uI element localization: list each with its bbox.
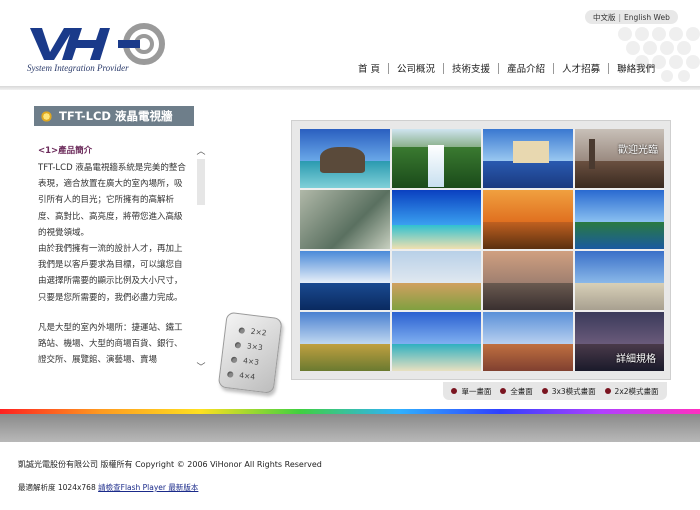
scroll-up-arrow-icon[interactable]: ︿: [196, 147, 206, 157]
video-wall-grid[interactable]: 歡迎光臨 詳細規格: [300, 129, 664, 371]
display-mode-bar: 單一畫面 全畫面 3x3模式畫面 2x2模式畫面: [443, 382, 667, 400]
bullet-icon: [451, 388, 458, 394]
header-divider: [0, 86, 700, 90]
remote-option-label: 2×2: [250, 326, 268, 338]
nav-company[interactable]: 公司概況: [389, 61, 443, 75]
intro-paragraph: 由於我們擁有一流的設計人才，再加上我們是以客戶要求為目標，可以讓您自由選擇所需要…: [38, 244, 183, 303]
intro-heading: <1>產品簡介: [38, 146, 93, 156]
wall-tile-lakeside-town: [574, 190, 664, 249]
wall-tile-savanna: [300, 312, 390, 371]
header: System Integration Provider 中文版 | Englis…: [0, 0, 700, 90]
mode-3x3[interactable]: 3x3模式畫面: [541, 386, 596, 397]
welcome-label: 歡迎光臨: [618, 145, 658, 156]
remote-button-icon: [230, 356, 238, 363]
main-nav: 首 頁 公司概況 技術支援 產品介紹 人才招募 聯絡我們: [350, 60, 663, 76]
copyright-text: 凱誠光電股份有限公司 版權所有 Copyright © 2006 ViHonor…: [18, 460, 322, 469]
scroll-thumb[interactable]: [197, 159, 205, 205]
language-switcher: 中文版 | English Web: [585, 10, 678, 24]
wall-tile-detail-night: 詳細規格: [574, 312, 664, 371]
logo-tagline: System Integration Provider: [27, 63, 129, 73]
nav-products[interactable]: 產品介紹: [499, 61, 553, 75]
lang-chinese-link[interactable]: 中文版: [593, 12, 616, 23]
resolution-text: 最適解析度 1024x768: [18, 483, 96, 492]
wall-tile-karst-river: [483, 251, 573, 310]
remote-option-label: 4×4: [238, 370, 256, 382]
wall-tile-welcome-city: 歡迎光臨: [574, 129, 664, 188]
footer: 凱誠光電股份有限公司 版權所有 Copyright © 2006 ViHonor…: [0, 442, 700, 510]
footer-band: [0, 414, 700, 442]
layout-remote-control: 2×2 3×3 4×3 4×4: [217, 311, 286, 397]
mode-label: 全畫面: [510, 386, 533, 396]
remote-button-icon: [234, 341, 242, 349]
wall-tile-aerial-terrain: [300, 190, 390, 249]
intro-paragraph: 凡是大型的室內外場所：捷運站、鐵工路站、機場、大型的商場百貨、銀行、證交所、展覽…: [38, 322, 183, 366]
remote-button-icon: [238, 326, 246, 334]
remote-body: [217, 311, 283, 394]
section-title: TFT-LCD 液晶電視牆: [59, 109, 173, 123]
page: System Integration Provider 中文版 | Englis…: [0, 0, 700, 510]
mode-single-screen[interactable]: 單一畫面: [451, 386, 491, 397]
mode-2x2[interactable]: 2x2模式畫面: [604, 386, 659, 397]
nav-support[interactable]: 技術支援: [444, 61, 498, 75]
detail-spec-link[interactable]: 詳細規格: [616, 350, 656, 365]
wall-tile-castle-lake: [483, 129, 573, 188]
bullet-icon: [500, 388, 507, 394]
bullet-icon: [541, 388, 548, 394]
intro-paragraph: TFT-LCD 液晶電視牆系統是完美的整合表現，適合放置在廣大的室內場所，吸引所…: [38, 163, 186, 238]
bullet-icon: [604, 388, 611, 394]
video-wall-frame: 歡迎光臨 詳細規格: [291, 120, 671, 380]
intro-scrollbar[interactable]: ︿ ﹀: [196, 147, 206, 373]
wall-tile-orange-sunset: [483, 190, 573, 249]
remote-option-label: 3×3: [246, 341, 264, 353]
wall-tile-rocky-beach: [300, 129, 390, 188]
wall-tile-old-town: [483, 312, 573, 371]
mode-label: 3x3模式畫面: [551, 386, 596, 396]
wall-tile-blue-beach: [391, 190, 481, 249]
flash-player-link[interactable]: 請檢查Flash Player 最新版本: [98, 483, 198, 492]
remote-option-label: 4×3: [242, 356, 260, 367]
nav-home[interactable]: 首 頁: [350, 61, 388, 75]
mode-label: 單一畫面: [461, 386, 492, 396]
intro-scroll-area[interactable]: <1>產品簡介 TFT-LCD 液晶電視牆系統是完美的整合表現，適合放置在廣大的…: [38, 144, 210, 398]
nav-careers[interactable]: 人才招募: [554, 61, 608, 75]
section-title-tab: TFT-LCD 液晶電視牆: [34, 106, 194, 126]
lang-separator: |: [618, 12, 622, 22]
sun-icon: [40, 109, 53, 123]
wall-tile-mountain-lake: [300, 251, 390, 310]
mode-full-screen[interactable]: 全畫面: [500, 386, 533, 397]
wall-tile-leaning-tower: [574, 251, 664, 310]
remote-button-icon: [227, 370, 234, 378]
wall-tile-waterfall: [391, 129, 481, 188]
scroll-down-arrow-icon[interactable]: ﹀: [196, 363, 206, 373]
mode-label: 2x2模式畫面: [614, 386, 659, 396]
wall-tile-palm-beach: [391, 312, 481, 371]
nav-contact[interactable]: 聯絡我們: [609, 61, 663, 75]
lang-english-link[interactable]: English Web: [624, 13, 670, 22]
resolution-note: 最適解析度 1024x768 請檢查Flash Player 最新版本: [18, 482, 198, 493]
wall-tile-fountain-plaza: [391, 251, 481, 310]
